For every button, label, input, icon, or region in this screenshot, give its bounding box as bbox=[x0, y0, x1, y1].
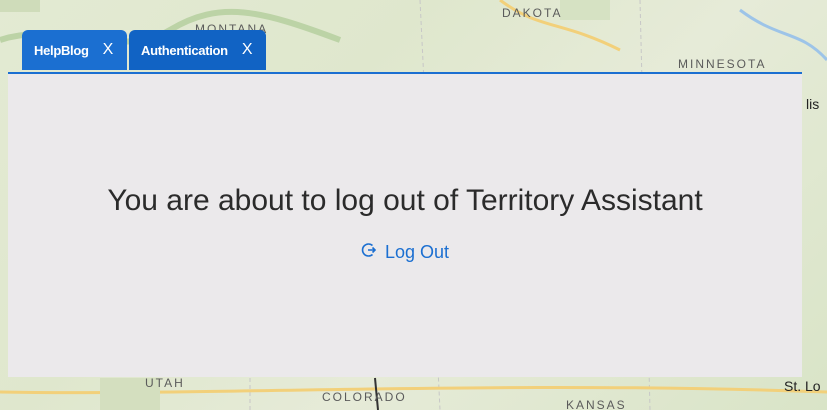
logout-label: Log Out bbox=[384, 242, 450, 262]
map-label-colorado: COLORADO bbox=[322, 390, 407, 404]
tab-label: HelpBlog bbox=[34, 42, 89, 58]
logout-panel: You are about to log out of Territory As… bbox=[8, 72, 802, 377]
logout-icon bbox=[361, 242, 377, 263]
map-label-dakota: DAKOTA bbox=[502, 6, 563, 20]
logout-message: You are about to log out of Territory As… bbox=[107, 184, 703, 217]
tab-label: Authentication bbox=[141, 42, 228, 58]
close-icon[interactable]: X bbox=[103, 42, 114, 58]
tab-helpblog[interactable]: HelpBlog X bbox=[22, 30, 128, 70]
map-label-utah: UTAH bbox=[145, 376, 185, 390]
tab-bar: HelpBlog X Authentication X bbox=[22, 30, 267, 72]
map-label-minnesota: MINNESOTA bbox=[678, 57, 767, 71]
map-label-minneapolis: lis bbox=[806, 96, 820, 112]
tab-authentication[interactable]: Authentication X bbox=[129, 30, 267, 70]
logout-button[interactable]: Log Out bbox=[8, 242, 802, 263]
map-label-kansas: KANSAS bbox=[566, 398, 627, 410]
map-label-st-louis: St. Lo bbox=[784, 378, 821, 394]
close-icon[interactable]: X bbox=[242, 42, 253, 58]
